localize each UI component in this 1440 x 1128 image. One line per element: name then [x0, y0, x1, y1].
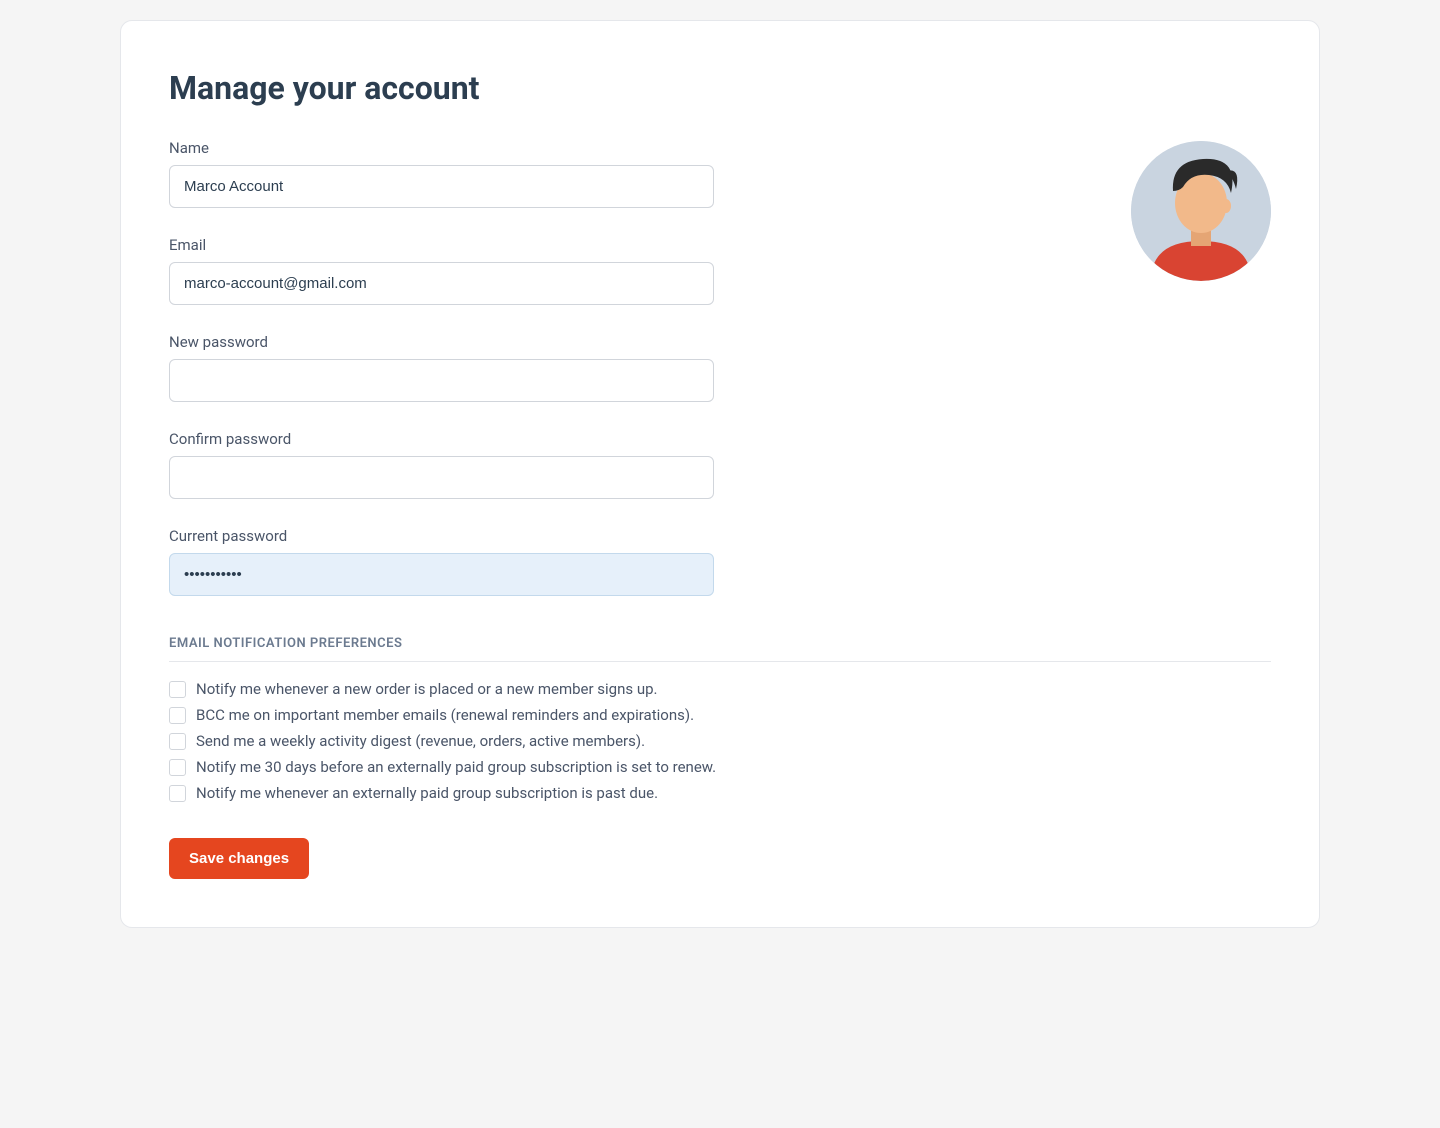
- confirm-password-input[interactable]: [169, 456, 714, 499]
- preferences-section-header: EMAIL NOTIFICATION PREFERENCES: [169, 636, 1271, 662]
- current-password-input[interactable]: [169, 553, 714, 596]
- preference-label: Notify me whenever an externally paid gr…: [196, 784, 658, 802]
- name-label: Name: [169, 139, 1271, 157]
- preference-label: Notify me 30 days before an externally p…: [196, 758, 716, 776]
- preference-row: Send me a weekly activity digest (revenu…: [169, 732, 1271, 750]
- name-field-group: Name: [169, 139, 1271, 208]
- preference-row: BCC me on important member emails (renew…: [169, 706, 1271, 724]
- preference-row: Notify me whenever a new order is placed…: [169, 680, 1271, 698]
- new-password-label: New password: [169, 333, 1271, 351]
- preference-checkbox-bcc[interactable]: [169, 707, 186, 724]
- preference-label: Send me a weekly activity digest (revenu…: [196, 732, 645, 750]
- email-label: Email: [169, 236, 1271, 254]
- new-password-field-group: New password: [169, 333, 1271, 402]
- new-password-input[interactable]: [169, 359, 714, 402]
- current-password-field-group: Current password: [169, 527, 1271, 596]
- avatar[interactable]: [1131, 141, 1271, 281]
- preference-row: Notify me whenever an externally paid gr…: [169, 784, 1271, 802]
- name-input[interactable]: [169, 165, 714, 208]
- preference-checkbox-weekly-digest[interactable]: [169, 733, 186, 750]
- preference-row: Notify me 30 days before an externally p…: [169, 758, 1271, 776]
- confirm-password-label: Confirm password: [169, 430, 1271, 448]
- preference-label: BCC me on important member emails (renew…: [196, 706, 694, 724]
- confirm-password-field-group: Confirm password: [169, 430, 1271, 499]
- preference-checkbox-renewal-reminder[interactable]: [169, 759, 186, 776]
- preference-checkbox-new-order[interactable]: [169, 681, 186, 698]
- save-button[interactable]: Save changes: [169, 838, 309, 879]
- email-input[interactable]: [169, 262, 714, 305]
- email-field-group: Email: [169, 236, 1271, 305]
- page-title: Manage your account: [169, 69, 1271, 107]
- account-settings-card: Manage your account Name: [120, 20, 1320, 928]
- current-password-label: Current password: [169, 527, 1271, 545]
- preference-checkbox-past-due[interactable]: [169, 785, 186, 802]
- avatar-icon: [1131, 141, 1271, 281]
- preference-label: Notify me whenever a new order is placed…: [196, 680, 658, 698]
